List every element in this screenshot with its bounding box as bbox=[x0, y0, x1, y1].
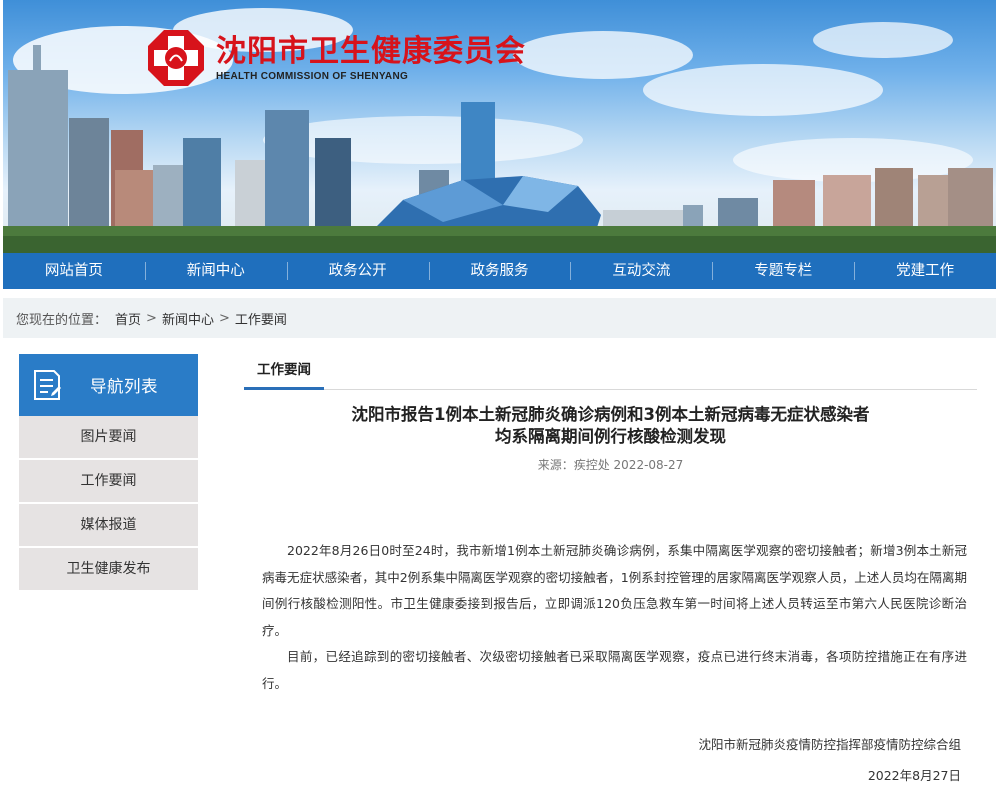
breadcrumb-link-news-center[interactable]: 新闻中心 bbox=[162, 309, 214, 328]
sidebar-item-work-news[interactable]: 工作要闻 bbox=[19, 460, 198, 502]
breadcrumb-link-home[interactable]: 首页 bbox=[115, 309, 141, 328]
sidebar-item-photo-news[interactable]: 图片要闻 bbox=[19, 416, 198, 458]
nav-item-news-center[interactable]: 新闻中心 bbox=[144, 253, 287, 289]
site-logo[interactable]: 沈阳市卫生健康委员会 HEALTH COMMISSION OF SHENYANG bbox=[146, 28, 526, 88]
main-nav: 网站首页 新闻中心 政务公开 政务服务 互动交流 专题专栏 党建工作 bbox=[3, 253, 996, 289]
article-title-line-2: 均系隔离期间例行核酸检测发现 bbox=[495, 427, 726, 446]
breadcrumb-separator: > bbox=[218, 310, 230, 326]
article-signature-date: 2022年8月27日 bbox=[867, 768, 961, 783]
article-paragraph: 2022年8月26日0时至24时，我市新增1例本土新冠肺炎确诊病例，系集中隔离医… bbox=[262, 543, 967, 638]
nav-item-interaction[interactable]: 互动交流 bbox=[570, 253, 712, 289]
article-meta: 来源：疾控处 2022-08-27 bbox=[537, 458, 684, 472]
nav-item-government-services[interactable]: 政务服务 bbox=[428, 253, 571, 289]
nav-item-special-topics[interactable]: 专题专栏 bbox=[712, 253, 854, 289]
article-signature-org: 沈阳市新冠肺炎疫情防控指挥部疫情防控综合组 bbox=[698, 737, 961, 752]
article-body: 2022年8月26日0时至24时，我市新增1例本土新冠肺炎确诊病例，系集中隔离医… bbox=[244, 538, 977, 697]
article-paragraph: 目前，已经追踪到的密切接触者、次级密切接触者已采取隔离医学观察，疫点已进行终末消… bbox=[262, 649, 967, 691]
article-title: 沈阳市报告1例本土新冠肺炎确诊病例和3例本土新冠病毒无症状感染者 均系隔离期间例… bbox=[244, 404, 977, 448]
breadcrumb-separator: > bbox=[146, 310, 157, 326]
site-name-en: HEALTH COMMISSION OF SHENYANG bbox=[216, 70, 409, 82]
breadcrumb-prefix: 您现在的位置： bbox=[16, 312, 108, 328]
section-tab-bar: 工作要闻 bbox=[244, 352, 977, 390]
sidebar-item-health-releases[interactable]: 卫生健康发布 bbox=[19, 548, 198, 590]
health-cross-emblem-icon bbox=[148, 30, 204, 86]
main-content: 工作要闻 沈阳市报告1例本土新冠肺炎确诊病例和3例本土新冠病毒无症状感染者 均系… bbox=[244, 352, 977, 784]
breadcrumb: 您现在的位置： 首页 > 新闻中心 > 工作要闻 bbox=[3, 298, 996, 338]
tab-work-news[interactable]: 工作要闻 bbox=[244, 352, 324, 390]
nav-item-party-building[interactable]: 党建工作 bbox=[854, 253, 996, 289]
breadcrumb-link-work-news[interactable]: 工作要闻 bbox=[235, 309, 287, 328]
sidebar-header: 导航列表 bbox=[19, 354, 198, 416]
site-name-cn: 沈阳市卫生健康委员会 bbox=[216, 33, 526, 69]
sidebar-title: 导航列表 bbox=[90, 377, 158, 396]
header-banner: 沈阳市卫生健康委员会 HEALTH COMMISSION OF SHENYANG bbox=[3, 0, 996, 253]
document-list-icon bbox=[34, 370, 61, 400]
sidebar: 导航列表 图片要闻 工作要闻 媒体报道 卫生健康发布 bbox=[19, 354, 198, 590]
nav-item-government-affairs[interactable]: 政务公开 bbox=[286, 253, 429, 289]
nav-item-home[interactable]: 网站首页 bbox=[3, 253, 145, 289]
sidebar-item-media-reports[interactable]: 媒体报道 bbox=[19, 504, 198, 546]
article-title-line-1: 沈阳市报告1例本土新冠肺炎确诊病例和3例本土新冠病毒无症状感染者 bbox=[351, 405, 870, 424]
